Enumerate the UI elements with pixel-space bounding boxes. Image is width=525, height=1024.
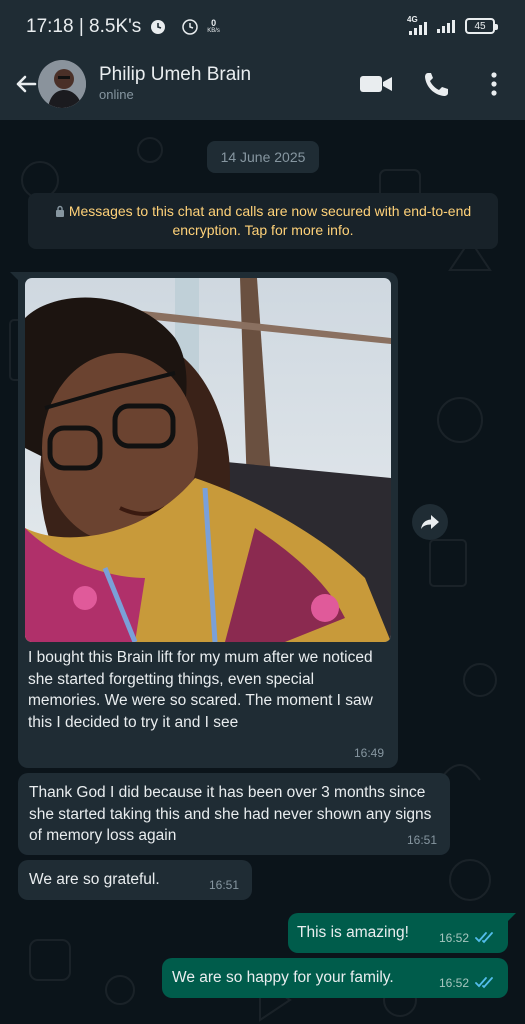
battery-icon: 45 <box>465 18 498 34</box>
message-time: 16:51 <box>406 833 437 847</box>
incoming-message[interactable]: Thank God I did because it has been over… <box>18 773 450 855</box>
more-vert-icon[interactable] <box>478 68 510 100</box>
chat-header: Philip Umeh Brain online <box>0 52 525 120</box>
status-time-speed: 17:18 | 8.5K's <box>26 16 142 37</box>
video-call-icon[interactable] <box>358 68 394 100</box>
net-speed-value: 0 <box>211 18 217 28</box>
photo-woman-selfie <box>25 278 391 642</box>
whatsapp-chat-screen: 17:18 | 8.5K's 0 KB/s 4G 45 Philip Umeh … <box>0 0 525 1024</box>
outgoing-message[interactable]: We are so happy for your family. 16:52 <box>162 958 508 998</box>
contact-status: online <box>99 87 134 102</box>
encryption-notice[interactable]: Messages to this chat and calls are now … <box>28 193 498 249</box>
message-time: 16:52 <box>438 976 469 990</box>
encryption-text: Messages to this chat and calls are now … <box>68 203 472 238</box>
message-time: 16:52 <box>438 931 469 945</box>
avatar[interactable] <box>38 60 86 108</box>
status-bar: 17:18 | 8.5K's 0 KB/s 4G 45 <box>0 0 525 52</box>
read-ticks-icon <box>475 977 493 989</box>
alarm-icon <box>151 20 166 34</box>
date-chip: 14 June 2025 <box>207 141 319 173</box>
avatar-photo <box>38 60 86 108</box>
contact-name[interactable]: Philip Umeh Brain <box>99 64 251 86</box>
clock-icon <box>182 19 199 35</box>
message-time: 16:49 <box>353 746 384 760</box>
outgoing-message[interactable]: This is amazing! 16:52 <box>288 913 516 953</box>
signal-4g: 4G <box>407 15 427 35</box>
signal-bars-2-icon <box>437 19 455 33</box>
net-speed-unit: KB/s <box>207 28 220 34</box>
message-photo[interactable] <box>25 278 391 642</box>
net-speed: 0 KB/s <box>207 19 220 35</box>
message-text: We are so grateful. <box>29 871 160 888</box>
message-text: This is amazing! <box>297 924 409 941</box>
lock-icon <box>55 205 64 217</box>
message-text: Thank God I did because it has been over… <box>29 784 432 844</box>
forward-button[interactable] <box>412 504 448 540</box>
bubble-tail <box>506 913 516 923</box>
message-time: 16:51 <box>208 878 239 892</box>
message-text: I bought this Brain lift for my mum afte… <box>28 649 373 731</box>
phone-icon[interactable] <box>420 68 456 100</box>
battery-level: 45 <box>474 20 486 32</box>
network-type: 4G <box>407 15 418 24</box>
forward-icon <box>421 515 439 529</box>
incoming-message[interactable]: We are so grateful. 16:51 <box>18 860 252 900</box>
status-right: 4G 45 <box>407 15 498 35</box>
chat-area[interactable]: 14 June 2025 Messages to this chat and c… <box>0 120 525 1024</box>
incoming-image-message[interactable]: I bought this Brain lift for my mum afte… <box>10 272 398 768</box>
read-ticks-icon <box>475 932 493 944</box>
bubble-tail <box>10 272 20 282</box>
status-left: 17:18 | 8.5K's 0 KB/s <box>26 16 220 38</box>
message-text: We are so happy for your family. <box>172 969 394 986</box>
